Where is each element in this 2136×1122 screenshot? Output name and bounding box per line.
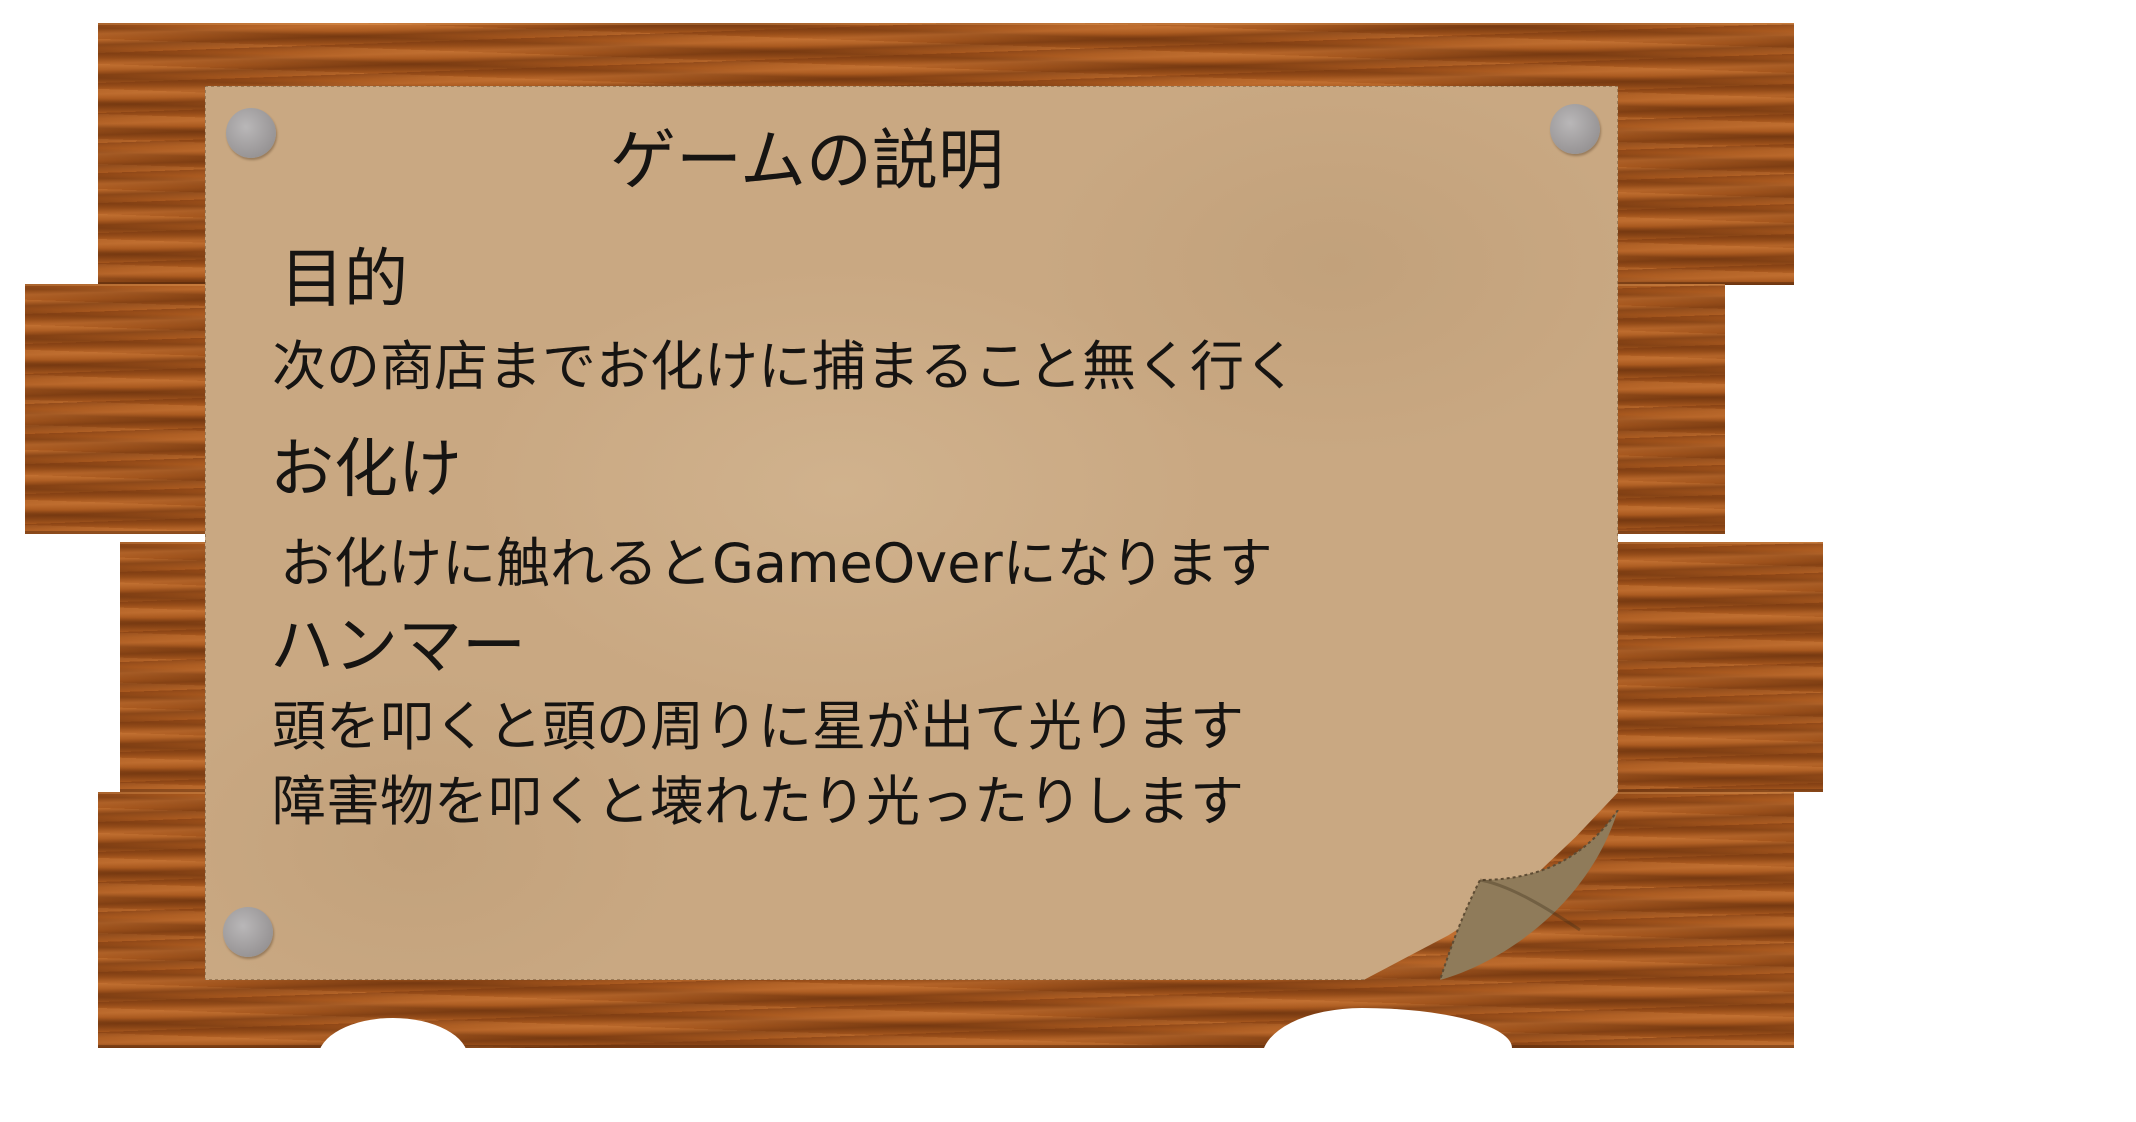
pin-bottom-left-icon [223,907,273,957]
section-text-purpose: 次の商店までお化けに捕まること無く行く [272,335,1298,398]
section-heading-purpose: 目的 [280,243,408,317]
section-heading-hammer: ハンマー [270,610,526,684]
section-text-ghost: お化けに触れるとGameOverになります [280,532,1273,595]
instructions-title: ゲームの説明 [610,122,1005,199]
section-heading-ghost: お化け [270,433,462,507]
pin-top-right-icon [1550,104,1600,154]
section-text-hammer-line-1: 頭を叩くと頭の周りに星が出て光ります [272,695,1244,758]
paper-curl-corner [1440,810,1619,980]
pin-top-left-icon [226,108,276,158]
section-text-hammer-line-2: 障害物を叩くと壊れたり光ったりします [272,770,1244,833]
